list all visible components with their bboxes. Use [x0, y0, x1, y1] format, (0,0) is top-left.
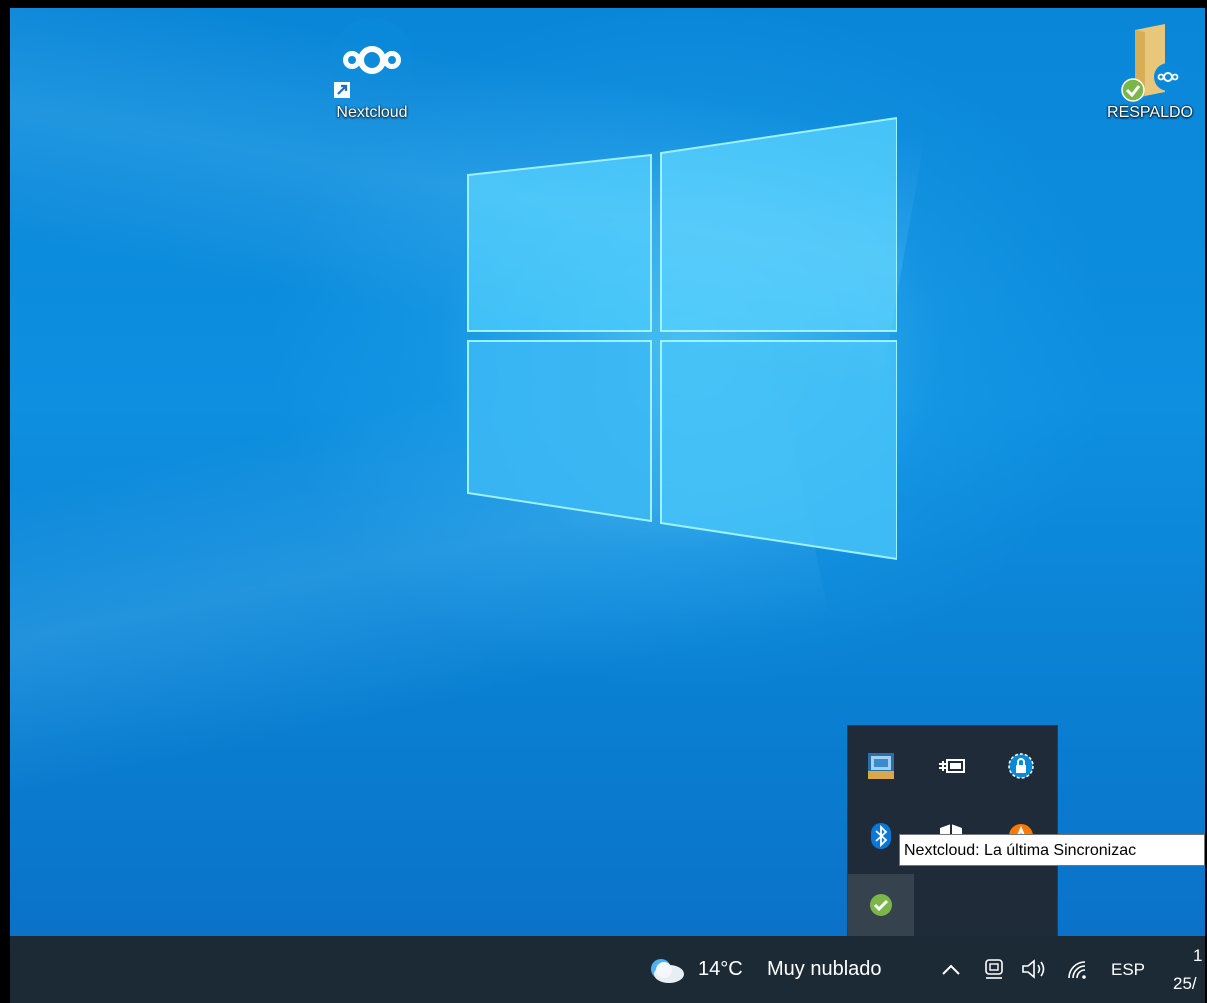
- weather-description[interactable]: Muy nublado: [767, 958, 882, 981]
- cloudy-weather-icon[interactable]: [647, 955, 687, 985]
- taskbar: 14°C Muy nublado ESP 1 25/: [10, 936, 1205, 1003]
- tray-item-vpn[interactable]: [988, 736, 1054, 796]
- language-indicator[interactable]: ESP: [1111, 960, 1145, 980]
- chevron-up-icon[interactable]: [940, 959, 962, 981]
- tray-item-nextcloud[interactable]: [848, 874, 914, 936]
- intel-graphics-icon: [868, 753, 894, 779]
- tray-item-power[interactable]: [918, 736, 984, 796]
- bluetooth-icon: [871, 823, 891, 849]
- power-plug-icon: [939, 759, 965, 773]
- desktop: Nextcloud RESPALDO Nextcloud: La última …: [10, 8, 1205, 1003]
- wifi-icon[interactable]: [1065, 958, 1091, 982]
- desktop-icon-label: RESPALDO: [1107, 104, 1193, 121]
- desktop-icon-respaldo[interactable]: RESPALDO: [1095, 22, 1205, 122]
- nextcloud-shortcut-icon: [330, 18, 414, 102]
- vpn-lock-icon: [1008, 753, 1034, 779]
- folder-icon: [1121, 24, 1182, 102]
- volume-icon[interactable]: [1020, 956, 1048, 982]
- tray-item-intel[interactable]: [848, 736, 914, 796]
- clock-time[interactable]: 1: [1193, 946, 1202, 966]
- meet-now-icon[interactable]: [982, 956, 1006, 982]
- windows-logo-wallpaper: [467, 116, 897, 561]
- desktop-icon-label: Nextcloud: [336, 104, 408, 121]
- tray-overflow-popup: [847, 725, 1058, 938]
- desktop-icon-nextcloud[interactable]: Nextcloud: [317, 18, 427, 122]
- weather-temperature[interactable]: 14°C: [698, 958, 743, 981]
- clock-date[interactable]: 25/: [1173, 974, 1197, 994]
- nextcloud-sync-ok-icon: [870, 894, 892, 916]
- nextcloud-tooltip: Nextcloud: La última Sincronizac: [899, 834, 1205, 866]
